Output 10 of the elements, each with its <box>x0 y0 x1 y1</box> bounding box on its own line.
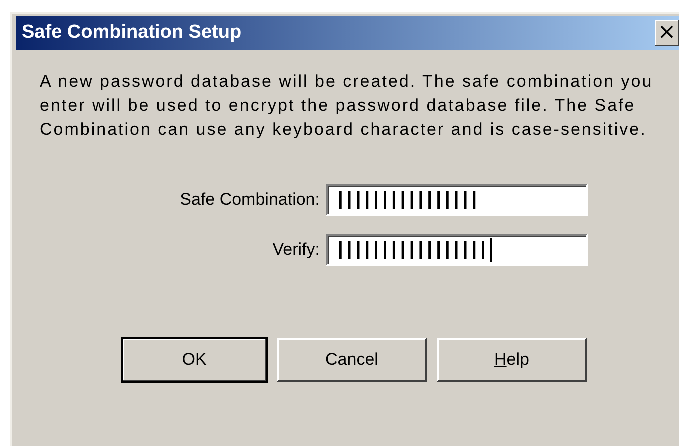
close-button[interactable]: × <box>655 20 679 46</box>
password-field[interactable]: |||||||||||||||| <box>326 184 588 216</box>
field-label: Safe Combination: <box>179 190 320 210</box>
window-title: Safe Combination Setup <box>22 22 242 44</box>
password-field[interactable]: ||||||||||||||||| <box>326 234 588 266</box>
dialog-button[interactable]: Help <box>437 338 587 382</box>
field-label: Verify: <box>272 240 320 260</box>
dialog-button[interactable]: Cancel <box>277 338 427 382</box>
description-text: A new password database will be created. The safe combination you enter will be used to encrypt the password database file. The Safe Combination can use any keyboard character and is case-sensitive. <box>40 71 654 141</box>
default-button[interactable]: OK <box>122 338 267 382</box>
